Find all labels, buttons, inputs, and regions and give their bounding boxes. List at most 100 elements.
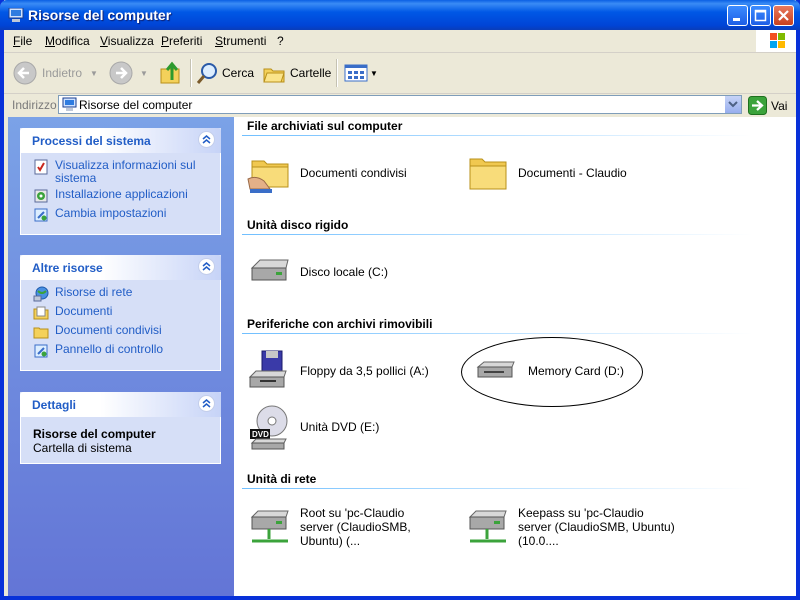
back-label: Indietro [42, 66, 83, 80]
menu-strumenti[interactable]: Strumenti [215, 34, 266, 48]
item-label: Unità DVD (E:) [300, 420, 380, 434]
group-header-removable: Periferiche con archivi rimovibili [247, 317, 433, 331]
menu-preferiti[interactable]: Preferiti [161, 34, 202, 48]
item-label: Floppy da 3,5 pollici (A:) [300, 364, 429, 378]
chevron-down-icon [728, 101, 738, 108]
folders-icon [263, 68, 285, 83]
address-input[interactable]: Risorse del computer [58, 95, 742, 114]
place-shared-documents[interactable]: Documenti condivisi [33, 324, 208, 340]
dvd-drive-icon: DVD [250, 405, 288, 450]
menu-file[interactable]: File [13, 34, 32, 48]
menu-visualizza[interactable]: Visualizza [100, 34, 154, 48]
go-button[interactable]: Vai [748, 96, 787, 115]
menu-modifica[interactable]: Modifica [45, 34, 90, 48]
place-label: Risorse di rete [55, 285, 133, 299]
views-dropdown-icon[interactable]: ▼ [370, 69, 378, 78]
search-label: Cerca [222, 66, 255, 80]
task-pane: Processi del sistema Visualizza informaz… [8, 117, 234, 596]
details-header[interactable]: Dettagli [20, 392, 221, 417]
views-button[interactable]: ▼ [344, 59, 378, 87]
back-dropdown-icon[interactable]: ▼ [90, 69, 98, 78]
folder-up-icon [160, 61, 180, 84]
system-tasks-panel: Processi del sistema Visualizza informaz… [20, 128, 221, 235]
minimize-icon [733, 18, 740, 21]
item-label: Root su 'pc-Claudio server (ClaudioSMB, … [300, 506, 411, 548]
group-divider [242, 135, 752, 136]
windows-flag-icon [770, 33, 785, 48]
group-header-files: File archiviati sul computer [247, 119, 403, 133]
collapse-button[interactable] [198, 395, 215, 412]
item-dvd-e[interactable]: DVD Unità DVD (E:) [246, 403, 379, 451]
details-type: Cartella di sistema [33, 441, 132, 455]
item-network-keepass[interactable]: Keepass su 'pc-Claudio server (ClaudioSM… [464, 503, 678, 551]
item-floppy-a[interactable]: Floppy da 3,5 pollici (A:) [246, 347, 429, 395]
folders-label: Cartelle [290, 66, 332, 80]
views-icon [344, 64, 368, 82]
item-label: Keepass su 'pc-Claudio server (ClaudioSM… [518, 506, 675, 548]
minimize-button[interactable] [727, 5, 748, 26]
task-change-settings[interactable]: Cambia impostazioni [33, 207, 208, 223]
back-arrow-icon [13, 61, 37, 85]
task-label: Installazione applicazioni [55, 187, 188, 201]
network-drive-icon [250, 510, 289, 543]
group-header-network: Unità di rete [247, 472, 317, 486]
up-button[interactable] [158, 59, 184, 87]
explorer-window: Risorse del computer File Modifica Visua… [0, 0, 800, 600]
svg-text:DVD: DVD [252, 430, 269, 439]
control-panel-icon [34, 344, 48, 358]
double-chevron-up-icon [202, 135, 211, 144]
toolbar-separator [336, 59, 338, 87]
content-pane: File archiviati sul computer Documenti c… [234, 117, 796, 596]
task-add-remove-programs[interactable]: Installazione applicazioni [33, 188, 208, 204]
folders-button[interactable]: Cartelle [262, 59, 331, 87]
forward-dropdown-icon[interactable]: ▼ [140, 69, 148, 78]
collapse-button[interactable] [198, 258, 215, 275]
menu-bar: File Modifica Visualizza Preferiti Strum… [4, 30, 796, 53]
system-tasks-header[interactable]: Processi del sistema [20, 128, 221, 153]
address-bar: Indirizzo Risorse del computer Vai [4, 94, 796, 116]
place-network[interactable]: Risorse di rete [33, 286, 208, 302]
close-icon [778, 10, 789, 21]
item-shared-documents[interactable]: Documenti condivisi [246, 149, 407, 197]
place-documents[interactable]: Documenti [33, 305, 208, 321]
close-button[interactable] [773, 5, 794, 26]
item-label: Documenti - Claudio [518, 166, 627, 180]
other-places-panel: Altre risorse Risorse di rete Documenti … [20, 255, 221, 371]
system-info-icon [34, 159, 48, 175]
system-tasks-title: Processi del sistema [32, 134, 151, 148]
group-divider [242, 333, 752, 334]
address-dropdown-button[interactable] [724, 96, 741, 113]
item-documents-claudio[interactable]: Documenti - Claudio [464, 149, 627, 197]
go-arrow-icon [748, 96, 767, 115]
details-body: Risorse del computer Cartella di sistema [20, 417, 221, 464]
task-label: Visualizza informazioni sul sistema [55, 158, 196, 185]
hard-drive-icon [250, 259, 289, 281]
title-bar[interactable]: Risorse del computer [0, 0, 800, 30]
other-places-header[interactable]: Altre risorse [20, 255, 221, 280]
system-tasks-body: Visualizza informazioni sul sistema Inst… [20, 153, 221, 235]
folder-icon [469, 158, 507, 190]
menu-help[interactable]: ? [277, 34, 284, 48]
go-label: Vai [771, 98, 788, 113]
task-view-system-info[interactable]: Visualizza informazioni sul sistema [33, 159, 208, 185]
item-network-root[interactable]: Root su 'pc-Claudio server (ClaudioSMB, … [246, 503, 440, 551]
documents-folder-icon [33, 306, 49, 320]
window-title: Risorse del computer [28, 7, 172, 23]
network-drive-icon [468, 510, 507, 543]
forward-arrow-icon [109, 61, 133, 85]
place-label: Documenti [55, 304, 113, 318]
item-label: Disco locale (C:) [300, 265, 389, 279]
back-button[interactable]: Indietro ▼ [12, 59, 98, 87]
other-places-title: Altre risorse [32, 261, 103, 275]
item-local-disk-c[interactable]: Disco locale (C:) [246, 248, 388, 296]
forward-button[interactable]: ▼ [108, 59, 148, 87]
search-button[interactable]: Cerca [196, 59, 254, 87]
collapse-button[interactable] [198, 131, 215, 148]
task-label: Cambia impostazioni [55, 206, 167, 220]
details-title: Dettagli [32, 398, 77, 412]
floppy-drive-icon [248, 350, 287, 388]
place-control-panel[interactable]: Pannello di controllo [33, 343, 208, 359]
maximize-button[interactable] [750, 5, 771, 26]
computer-icon [62, 97, 77, 111]
details-panel: Dettagli Risorse del computer Cartella d… [20, 392, 221, 464]
